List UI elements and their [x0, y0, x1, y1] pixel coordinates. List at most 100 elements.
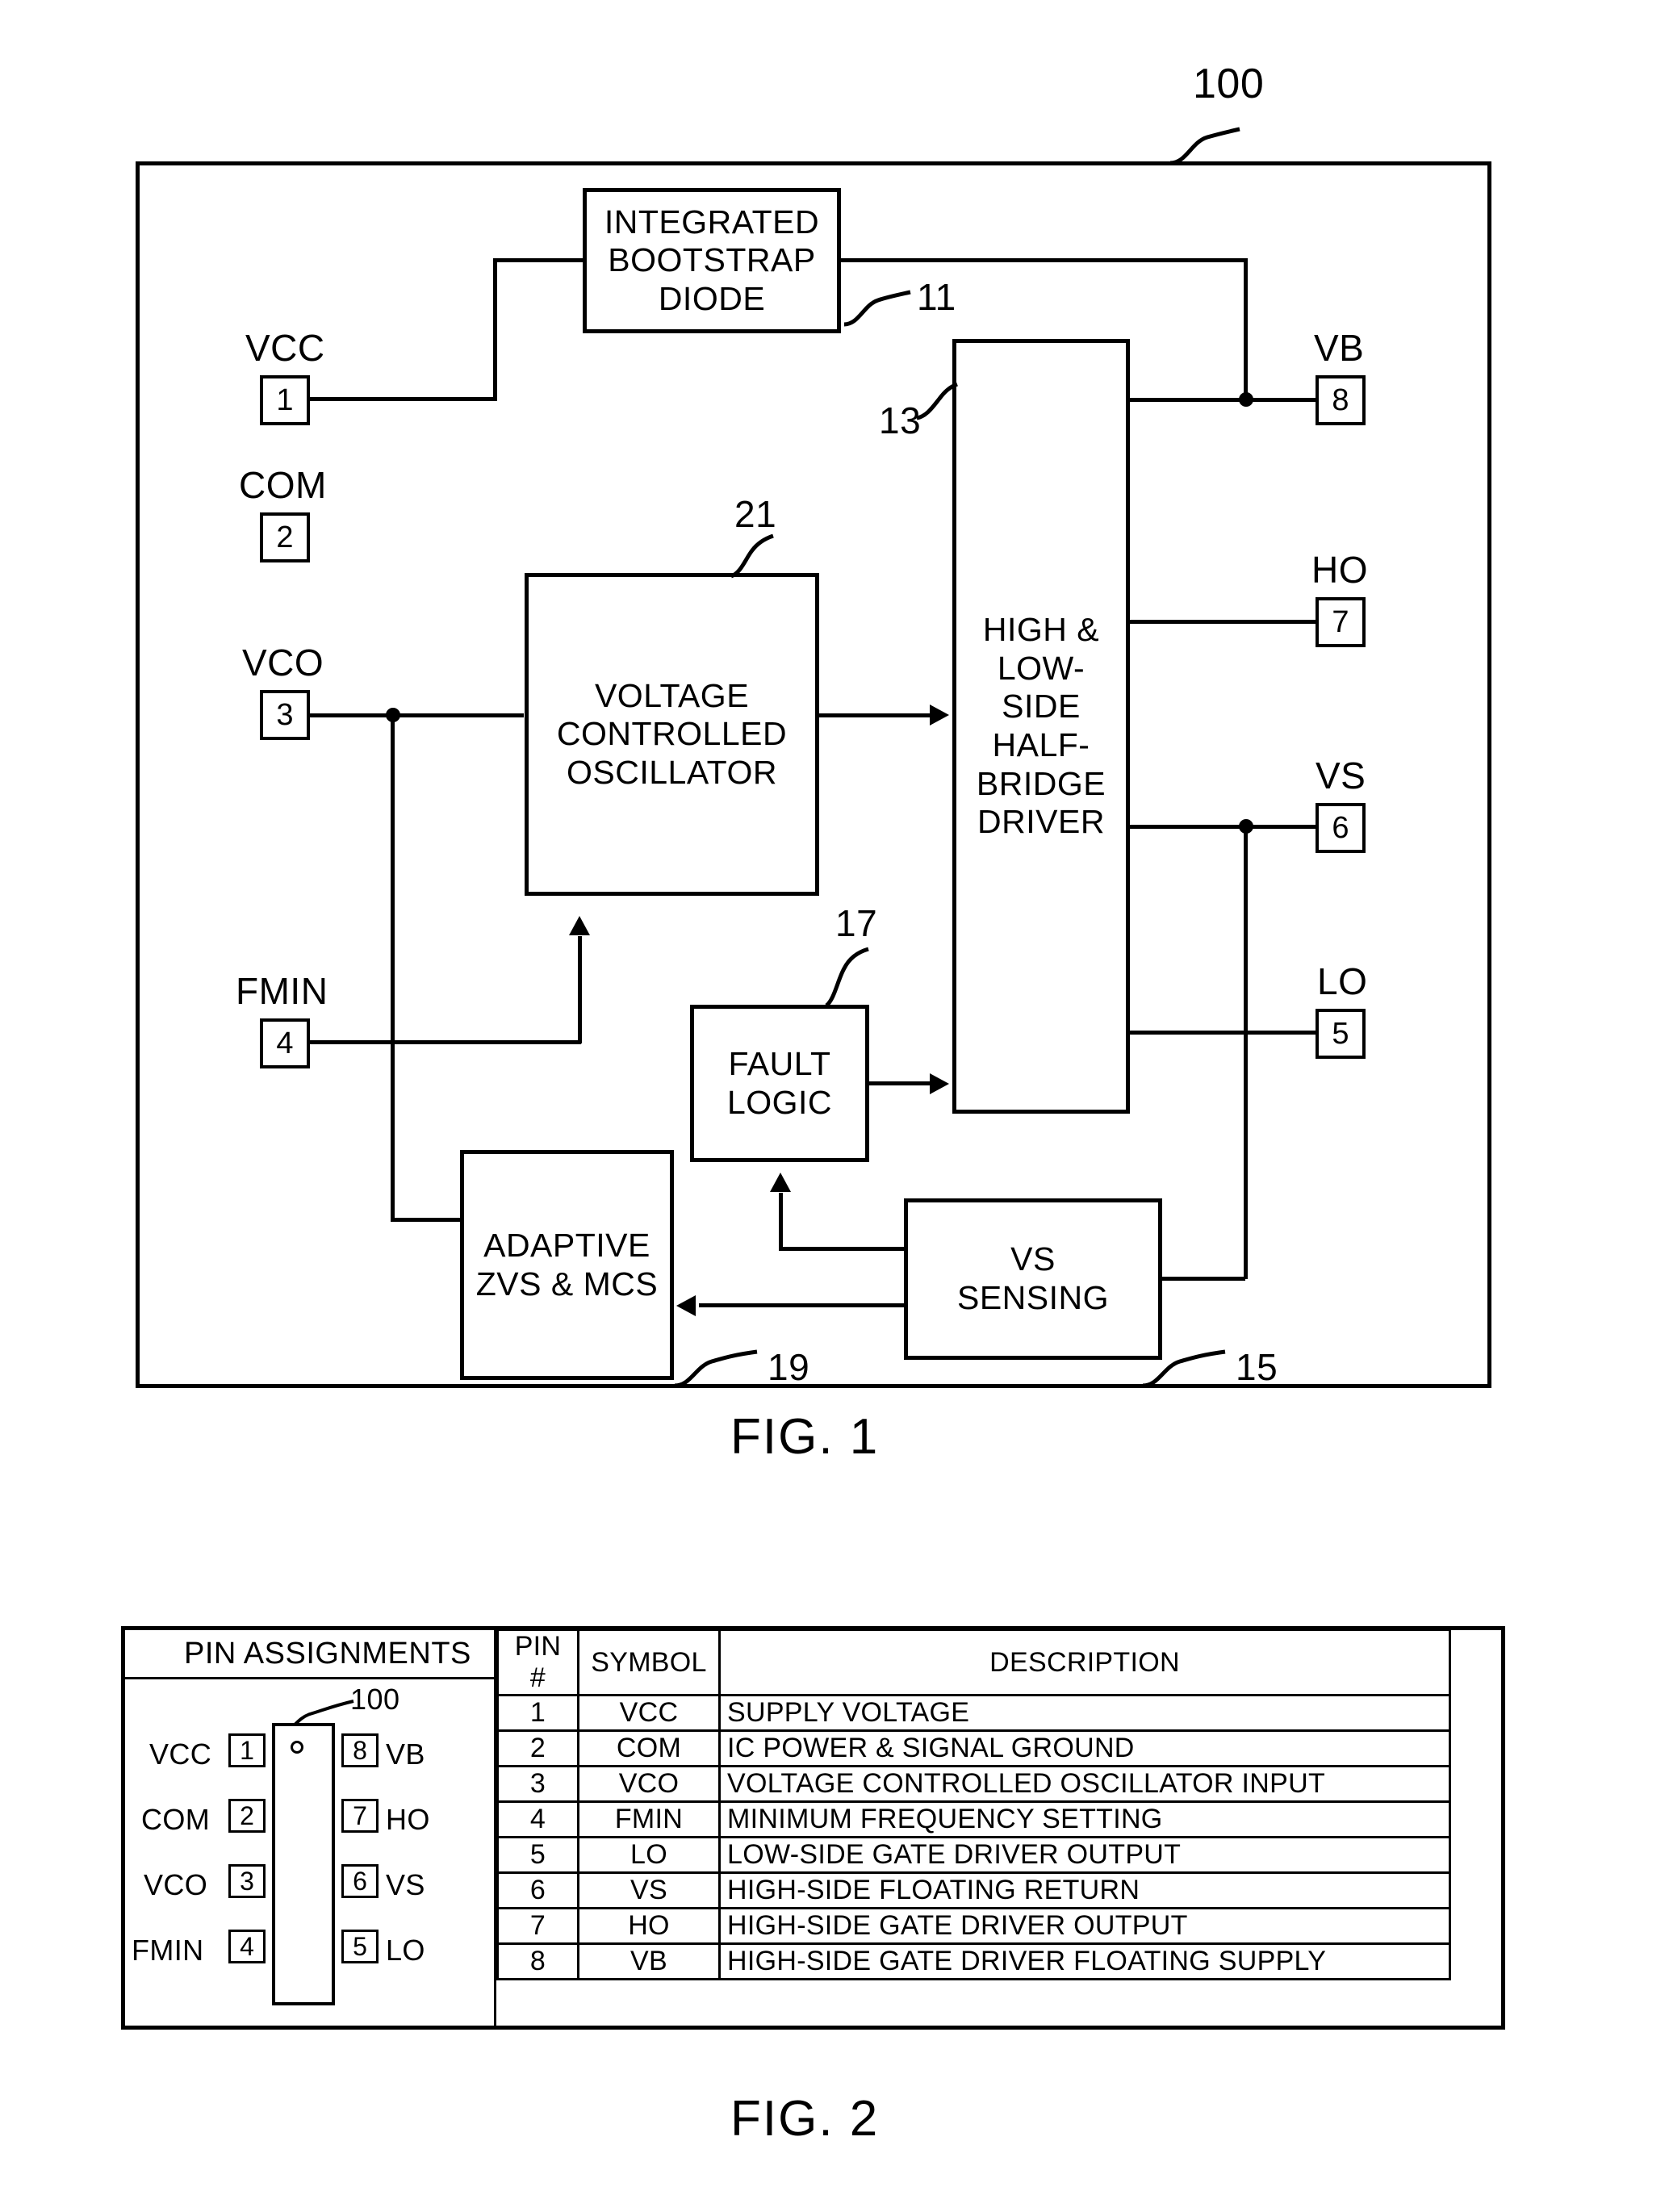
pin-label-ho: HO: [1311, 549, 1368, 591]
wire-driver-to-ho: [1128, 620, 1316, 624]
block-voltage-controlled-oscillator: VOLTAGE CONTROLLED OSCILLATOR: [525, 573, 819, 896]
wire-vb-vertical: [1244, 258, 1248, 400]
package-label-vs: VS: [386, 1868, 425, 1901]
wire-bootstrap-to-vb: [839, 258, 1248, 262]
arrowhead-vco-to-driver-icon: [930, 705, 949, 725]
pin-box-5: 5: [1316, 1009, 1366, 1059]
pin-box-4: 4: [260, 1018, 310, 1068]
cell-pin: 6: [496, 1871, 579, 1909]
ref-100-figure1: 100: [1193, 61, 1265, 107]
ref-15-leader-icon: [1142, 1349, 1226, 1388]
wire-driver-to-lo: [1128, 1031, 1316, 1035]
wire-vs-to-sensing-vertical: [1244, 825, 1248, 1279]
block-half-bridge-driver: HIGH & LOW- SIDE HALF- BRIDGE DRIVER: [952, 339, 1130, 1114]
cell-symbol: VB: [577, 1942, 721, 1980]
pin-assignments-title: PIN ASSIGNMENTS: [184, 1637, 471, 1670]
ref-19-leader-icon: [674, 1349, 758, 1388]
cell-description: MINIMUM FREQUENCY SETTING: [718, 1800, 1451, 1838]
cell-pin: 3: [496, 1765, 579, 1803]
cell-description: SUPPLY VOLTAGE: [718, 1694, 1451, 1732]
package-pin-3: 3: [228, 1864, 266, 1898]
arrowhead-sensing-to-fault-icon: [770, 1173, 791, 1192]
wire-vs-to-sensing-horizontal: [1161, 1277, 1245, 1281]
ref-17-label: 17: [835, 902, 878, 944]
package-pin-1: 1: [228, 1733, 266, 1767]
ref-11-leader-icon: [843, 290, 911, 327]
wire-driver-to-vb: [1128, 398, 1316, 402]
pin1-notch-icon: [291, 1741, 303, 1754]
wire-fmin-vertical: [578, 936, 582, 1043]
package-pin-2: 2: [228, 1799, 266, 1833]
package-label-lo: LO: [386, 1934, 425, 1967]
cell-symbol: LO: [577, 1836, 721, 1874]
wire-fault-to-driver: [868, 1081, 932, 1085]
figure1-caption: FIG. 1: [730, 1409, 880, 1465]
package-pin-5: 5: [341, 1930, 379, 1963]
wire-fmin-horizontal: [310, 1040, 581, 1044]
ref-15-label: 15: [1236, 1346, 1278, 1388]
junction-dot-vb: [1239, 392, 1253, 407]
wire-sensing-to-fault-horizontal: [779, 1247, 906, 1251]
table-row: 3 VCO VOLTAGE CONTROLLED OSCILLATOR INPU…: [496, 1765, 1451, 1803]
cell-description: HIGH-SIDE GATE DRIVER FLOATING SUPPLY: [718, 1942, 1451, 1980]
cell-symbol: FMIN: [577, 1800, 721, 1838]
cell-description: HIGH-SIDE FLOATING RETURN: [718, 1871, 1451, 1909]
wire-vco-branch-vertical: [391, 713, 395, 1222]
pin-label-vs: VS: [1316, 755, 1366, 797]
wire-vco-block-to-driver: [818, 713, 935, 717]
wire-vcc-vertical: [493, 258, 497, 401]
block-fault-logic: FAULT LOGIC: [690, 1005, 869, 1162]
wire-vco-to-block: [310, 713, 524, 717]
arrowhead-fault-to-driver-icon: [930, 1073, 949, 1094]
pin-box-2: 2: [260, 512, 310, 562]
wire-vcc-to-bootstrap: [493, 258, 586, 262]
cell-description: IC POWER & SIGNAL GROUND: [718, 1729, 1451, 1767]
package-label-vcc: VCC: [149, 1737, 212, 1771]
ref-11-label: 11: [917, 276, 956, 318]
block-adaptive-zvs-mcs: ADAPTIVE ZVS & MCS: [460, 1150, 674, 1380]
arrowhead-fmin-to-vco-icon: [569, 916, 590, 935]
ref-17-leader-icon: [825, 947, 869, 1007]
wire-driver-to-vs: [1128, 825, 1316, 829]
wire-vco-branch-to-zvs: [391, 1218, 463, 1222]
cell-description: LOW-SIDE GATE DRIVER OUTPUT: [718, 1836, 1451, 1874]
cell-pin: 8: [496, 1942, 579, 1980]
pin-box-7: 7: [1316, 597, 1366, 647]
cell-symbol: VS: [577, 1871, 721, 1909]
ref-21-label: 21: [734, 493, 777, 535]
wire-sensing-to-fault-vertical: [779, 1193, 783, 1249]
cell-pin: 2: [496, 1729, 579, 1767]
table-row: 6 VS HIGH-SIDE FLOATING RETURN: [496, 1871, 1451, 1909]
pin-label-com: COM: [239, 464, 327, 506]
pin-box-3: 3: [260, 690, 310, 740]
table-row: 1 VCC SUPPLY VOLTAGE: [496, 1694, 1451, 1732]
cell-description: HIGH-SIDE GATE DRIVER OUTPUT: [718, 1907, 1451, 1945]
table-row: 2 COM IC POWER & SIGNAL GROUND: [496, 1729, 1451, 1767]
cell-pin: 5: [496, 1836, 579, 1874]
header-symbol: SYMBOL: [577, 1629, 721, 1696]
package-pin-4: 4: [228, 1930, 266, 1963]
pin-label-lo: LO: [1317, 960, 1368, 1002]
header-description: DESCRIPTION: [718, 1629, 1451, 1696]
block-integrated-bootstrap-diode: INTEGRATED BOOTSTRAP DIODE: [583, 188, 841, 333]
table-row: 5 LO LOW-SIDE GATE DRIVER OUTPUT: [496, 1836, 1451, 1874]
cell-symbol: VCC: [577, 1694, 721, 1732]
figure2-caption: FIG. 2: [730, 2091, 880, 2147]
wire-vcc-horizontal: [310, 397, 497, 401]
patent-figure-sheet: 100 INTEGRATED BOOTSTRAP DIODE VOLTAGE C…: [0, 0, 1669, 2212]
package-label-vco: VCO: [144, 1868, 208, 1901]
block-vs-sensing: VS SENSING: [904, 1198, 1162, 1360]
package-label-ho: HO: [386, 1803, 430, 1836]
pin-box-6: 6: [1316, 803, 1366, 853]
pin-label-vcc: VCC: [245, 327, 325, 369]
pin-label-vco: VCO: [242, 642, 324, 684]
pin-box-1: 1: [260, 375, 310, 425]
package-label-vb: VB: [386, 1737, 425, 1771]
ref-100-leader-icon: [1169, 127, 1240, 165]
wire-sensing-to-zvs: [699, 1303, 906, 1307]
cell-description: VOLTAGE CONTROLLED OSCILLATOR INPUT: [718, 1765, 1451, 1803]
cell-pin: 4: [496, 1800, 579, 1838]
ref-21-leader-icon: [730, 533, 774, 579]
header-pin-number: PIN #: [496, 1629, 579, 1696]
cell-pin: 7: [496, 1907, 579, 1945]
